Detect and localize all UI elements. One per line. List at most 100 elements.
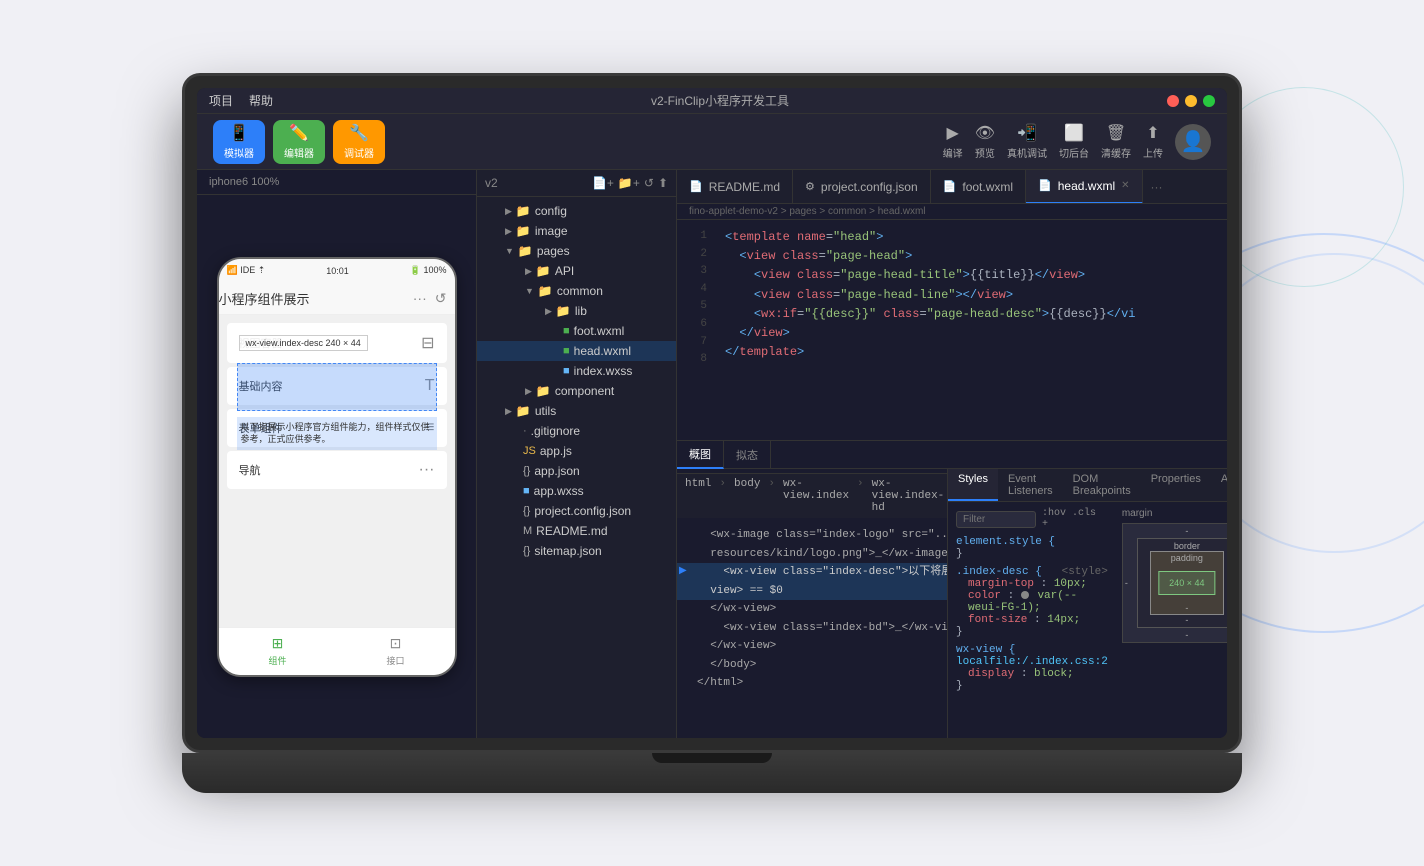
source-line: <wx-view class="index-bd">_</wx-view> <box>677 619 947 638</box>
bottom-tab-overview[interactable]: 概图 <box>677 441 724 469</box>
laptop-base <box>182 753 1242 793</box>
code-editor[interactable]: 12345678 <template name="head"> <view cl… <box>677 220 1227 440</box>
margin-left-value: - <box>1125 578 1128 588</box>
folder-icon: 📁 <box>536 384 551 398</box>
simulator-label: 模拟器 <box>224 145 254 160</box>
toolbar-editor-button[interactable]: ✏️ 编辑器 <box>273 120 325 164</box>
collapse-icon[interactable]: ⬆ <box>658 176 668 190</box>
arrow-placeholder <box>677 620 693 637</box>
interface-nav-icon: ⊡ <box>390 635 402 652</box>
tree-item-api[interactable]: ▶ 📁 API <box>477 261 676 281</box>
tree-item-gitignore[interactable]: · .gitignore <box>477 421 676 441</box>
bottom-panel-header: 概图 拟态 <box>677 441 1227 469</box>
tree-item-label: config <box>535 204 567 218</box>
tree-item-index-wxss[interactable]: ■ index.wxss <box>477 361 676 381</box>
bottom-tab-detail[interactable]: 拟态 <box>724 441 771 469</box>
css-source-link[interactable]: localfile:/.index.css:2 <box>956 656 1108 668</box>
tab-foot-wxml[interactable]: 📄 foot.wxml <box>931 170 1026 204</box>
folder-icon: 📁 <box>536 264 551 278</box>
arrow-icon: ▶ <box>525 386 532 397</box>
arrow-placeholder <box>677 657 693 674</box>
tree-item-appjson[interactable]: {} app.json <box>477 461 676 481</box>
tree-item-sitemap[interactable]: {} sitemap.json <box>477 541 676 561</box>
tree-item-appwxss[interactable]: ■ app.wxss <box>477 481 676 501</box>
readme-tab-icon: 📄 <box>689 180 703 193</box>
phone-frame: 📶 IDE ⇡ 10:01 🔋 100% 小程序组件展示 ··· ↺ <box>217 257 457 677</box>
phone-nav-interface[interactable]: ⊡ 接口 <box>386 635 404 667</box>
tree-item-lib[interactable]: ▶ 📁 lib <box>477 301 676 321</box>
refresh-icon[interactable]: ↺ <box>644 176 654 190</box>
device-selector[interactable]: iphone6 100% <box>197 170 476 195</box>
toolbar-preview-action[interactable]: 👁 预览 <box>975 123 995 160</box>
tab-readme[interactable]: 📄 README.md <box>677 170 793 204</box>
file-tree-content: ▶ 📁 config ▶ 📁 image <box>477 197 676 738</box>
tree-item-common[interactable]: ▼ 📁 common <box>477 281 676 301</box>
menu-item-help[interactable]: 帮助 <box>249 92 273 109</box>
editor-label: 编辑器 <box>284 145 314 160</box>
tree-item-pages[interactable]: ▼ 📁 pages <box>477 241 676 261</box>
selected-text-content: 以下指展示小程序官方组件能力，组件样式仅供参考，正式应供参考。 <box>237 417 437 450</box>
tree-item-project-config[interactable]: {} project.config.json <box>477 501 676 521</box>
toolbar-device-debug-action[interactable]: 📲 真机调试 <box>1007 123 1047 160</box>
editor-icon: ✏️ <box>289 123 309 143</box>
editor-tabs: 📄 README.md ⚙ project.config.json 📄 foot… <box>677 170 1227 204</box>
app-container: 项目 帮助 v2-FinClip小程序开发工具 📱 模拟器 <box>197 88 1227 738</box>
source-text: </body> <box>693 657 756 674</box>
source-line: </wx-view> <box>677 600 947 619</box>
styles-tab-properties[interactable]: Properties <box>1141 469 1211 501</box>
dom-sel-wx-view-index[interactable]: wx-view.index <box>783 478 849 514</box>
avatar-icon: 👤 <box>1181 129 1206 154</box>
toolbar-clear-cache-action[interactable]: 🗑 清缓存 <box>1101 123 1131 160</box>
arrow-icon: ▶ <box>505 206 512 217</box>
styles-tab-event-listeners[interactable]: Event Listeners <box>998 469 1063 501</box>
minimize-button[interactable] <box>1185 95 1197 107</box>
new-file-icon[interactable]: 📄+ <box>592 176 614 190</box>
tree-item-utils[interactable]: ▶ 📁 utils <box>477 401 676 421</box>
source-text: <wx-view class="index-desc">以下将展示小程序官方组件… <box>693 564 947 581</box>
phone-refresh-icon[interactable]: ↺ <box>435 290 447 307</box>
close-button[interactable] <box>1167 95 1179 107</box>
tab-project-config[interactable]: ⚙ project.config.json <box>793 170 931 204</box>
tab-close-icon[interactable]: ✕ <box>1121 180 1129 191</box>
styles-tab-dom-breakpoints[interactable]: DOM Breakpoints <box>1063 469 1141 501</box>
toolbar-compile-action[interactable]: ▶ 编译 <box>943 123 963 160</box>
tree-item-head-wxml[interactable]: ■ head.wxml <box>477 341 676 361</box>
phone-status-time: 10:01 <box>326 266 349 276</box>
tab-head-wxml[interactable]: 📄 head.wxml ✕ <box>1026 170 1142 204</box>
phone-more-icon[interactable]: ··· <box>413 290 427 306</box>
bottom-content: html › body › wx-view.index › wx-view.in… <box>677 469 1227 738</box>
dom-sel-wx-view-index-hd[interactable]: wx-view.index-hd <box>872 478 945 514</box>
toolbar-simulator-button[interactable]: 📱 模拟器 <box>213 120 265 164</box>
tree-item-label: README.md <box>536 524 607 538</box>
list-item[interactable]: 导航 ··· <box>227 451 447 489</box>
styles-tabs: Styles Event Listeners DOM Breakpoints P… <box>948 469 1227 502</box>
user-avatar[interactable]: 👤 <box>1175 124 1211 160</box>
tree-item-appjs[interactable]: JS app.js <box>477 441 676 461</box>
tree-item-foot-wxml[interactable]: ■ foot.wxml <box>477 321 676 341</box>
maximize-button[interactable] <box>1203 95 1215 107</box>
tree-item-readme[interactable]: M README.md <box>477 521 676 541</box>
tree-item-component[interactable]: ▶ 📁 component <box>477 381 676 401</box>
code-line: <view class="page-head-title">{{title}}<… <box>725 266 1215 285</box>
menu-item-project[interactable]: 项目 <box>209 92 233 109</box>
filter-input[interactable] <box>956 511 1036 528</box>
tree-item-image[interactable]: ▶ 📁 image <box>477 221 676 241</box>
styles-tab-styles[interactable]: Styles <box>948 469 998 501</box>
code-line: <view class="page-head"> <box>725 247 1215 266</box>
file-icon: {} <box>523 465 530 477</box>
tree-item-config[interactable]: ▶ 📁 config <box>477 201 676 221</box>
styles-tab-accessibility[interactable]: Accessibility <box>1211 469 1227 501</box>
toolbar-upload-action[interactable]: ⬆ 上传 <box>1143 123 1163 160</box>
source-line-highlighted: view> == $0 <box>677 582 947 601</box>
code-content: <template name="head"> <view class="page… <box>713 220 1227 440</box>
toolbar-debugger-button[interactable]: 🔧 调试器 <box>333 120 385 164</box>
arrow-placeholder <box>677 601 693 618</box>
dom-sel-body[interactable]: body <box>734 478 760 514</box>
arrow-icon: ▼ <box>525 286 534 296</box>
phone-nav-component[interactable]: ⊞ 组件 <box>268 635 286 667</box>
more-tabs-icon[interactable]: ··· <box>1143 180 1171 194</box>
toolbar-background-action[interactable]: ⬜ 切后台 <box>1059 123 1089 160</box>
source-text: </wx-view> <box>693 638 776 655</box>
dom-sel-html[interactable]: html <box>685 478 711 514</box>
new-folder-icon[interactable]: 📁+ <box>618 176 640 190</box>
